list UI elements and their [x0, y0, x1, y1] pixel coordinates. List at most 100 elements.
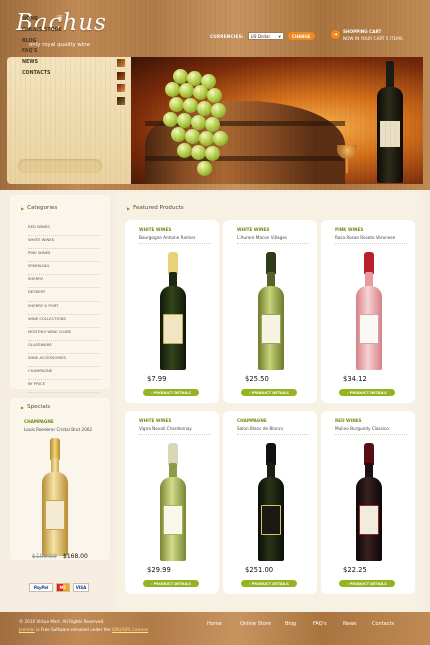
copyright-text: © 2010 Virtue Mart. All Rights Reserved.	[19, 619, 105, 624]
product-name[interactable]: Vigna Novali Chardonnay	[139, 426, 192, 431]
product-image[interactable]	[356, 252, 382, 370]
product-name[interactable]: Bourgogne Antoine Ramier	[139, 235, 196, 240]
select-arrow-icon: ▾	[278, 33, 281, 39]
categories-heading: ▶ Categories	[21, 205, 57, 211]
product-name[interactable]: L'Aurore Macon Villages	[237, 235, 287, 240]
bullet-arrow-icon: ›	[347, 390, 349, 395]
product-card: RED WINES Mulino Burgundy Classico $22.2…	[321, 411, 415, 594]
paypal-icon: PayPal	[29, 583, 53, 592]
product-price: $22.25	[343, 566, 367, 574]
category-item[interactable]: PINK WINES	[28, 249, 100, 263]
menu-item-online-store[interactable]: ONLINE STORE	[22, 28, 62, 39]
product-price: $29.99	[147, 566, 171, 574]
sidebar: ▶ Categories RED WINES WHITE WINES PINK …	[7, 192, 110, 610]
divider	[139, 243, 211, 244]
specials-title: Specials	[27, 404, 51, 410]
footer-nav-online-store[interactable]: Online Store	[240, 621, 271, 627]
bullet-arrow-icon: ›	[151, 581, 153, 586]
product-image[interactable]	[160, 443, 186, 561]
product-price: $251.00	[245, 566, 274, 574]
menu-item-contacts[interactable]: CONTACTS	[22, 71, 62, 82]
featured-products: ▶ Featured Products WHITE WINES Bourgogn…	[117, 192, 423, 612]
categories-panel: ▶ Categories RED WINES WHITE WINES PINK …	[10, 195, 110, 394]
bullet-arrow-icon: ▶	[127, 205, 131, 211]
divider	[335, 434, 407, 435]
hero-bottle-image	[377, 61, 403, 183]
divider	[237, 243, 309, 244]
category-item[interactable]: SPARKLING	[28, 262, 100, 276]
product-image[interactable]	[258, 443, 284, 561]
main-menu: HOME ONLINE STORE BLOG FAQ'S NEWS CONTAC…	[22, 17, 62, 82]
bullet-arrow-icon: ›	[347, 581, 349, 586]
product-details-button[interactable]: › PRODUCT DETAILS	[339, 389, 395, 396]
category-item[interactable]: MONTHLY WINE CLUBS	[28, 328, 100, 341]
category-item[interactable]: GLASSWARE	[28, 341, 100, 354]
product-image[interactable]	[160, 252, 186, 370]
thumbnail-image	[116, 70, 126, 81]
special-new-price: $168.00	[63, 553, 88, 560]
search-input[interactable]	[18, 159, 102, 173]
category-item[interactable]: WINE ACCESSORIES	[28, 354, 100, 368]
product-image[interactable]	[258, 252, 284, 370]
category-item[interactable]: BY PRICE	[28, 380, 100, 394]
product-details-button[interactable]: › PRODUCT DETAILS	[241, 389, 297, 396]
special-product-name[interactable]: Louis Roederer Cristal Brut 2002	[24, 427, 92, 432]
mastercard-icon: MC	[56, 583, 70, 592]
currency-select[interactable]: US Dollar ▾	[247, 32, 284, 40]
product-image[interactable]	[356, 443, 382, 561]
product-details-button[interactable]: › PRODUCT DETAILS	[241, 580, 297, 587]
thumbnail-image	[116, 95, 126, 106]
category-item[interactable]: WINE COLLECTIONS	[28, 315, 100, 328]
special-bottle-image[interactable]	[42, 438, 68, 556]
license-text: is Free Software released under the	[34, 626, 112, 632]
product-price: $25.50	[245, 375, 269, 383]
currencies-label: CURRENCIES:	[210, 33, 244, 39]
hero-banner	[131, 57, 423, 184]
product-details-button[interactable]: › PRODUCT DETAILS	[143, 580, 199, 587]
joomla-link[interactable]: Joomla!	[19, 627, 35, 632]
change-currency-button[interactable]: CHANGE	[287, 32, 315, 40]
bullet-arrow-icon: ›	[249, 390, 251, 395]
product-price: $7.99	[147, 375, 167, 383]
payment-methods: PayPal MC VISA	[29, 583, 89, 592]
footer-nav-contacts[interactable]: Contacts	[372, 621, 394, 627]
product-category: WHITE WINES	[139, 418, 172, 423]
special-category: CHAMPAGNE	[24, 419, 54, 424]
product-name[interactable]: Rosa Rosae Rosato Veronese	[335, 235, 395, 240]
product-details-button[interactable]: › PRODUCT DETAILS	[143, 389, 199, 396]
bullet-arrow-icon: ›	[249, 581, 251, 586]
divider	[139, 434, 211, 435]
menu-item-home[interactable]: HOME	[22, 17, 62, 28]
menu-item-blog[interactable]: BLOG	[22, 39, 62, 50]
divider	[335, 243, 407, 244]
specials-heading: ▶ Specials	[21, 404, 50, 410]
category-item[interactable]: DESSERT	[28, 288, 100, 302]
category-item[interactable]: RED WINES	[28, 223, 100, 237]
wine-glass-stem	[346, 159, 348, 173]
footer-nav-home[interactable]: Home	[207, 621, 222, 627]
menu-item-faqs[interactable]: FAQ'S	[22, 49, 62, 60]
currency-value: US Dollar	[250, 33, 271, 39]
product-card: PINK WINES Rosa Rosae Rosato Veronese $3…	[321, 220, 415, 403]
category-item[interactable]: CHAMPAGNE	[28, 367, 100, 381]
categories-title: Categories	[27, 205, 58, 211]
category-item[interactable]: SHERRY & PORT	[28, 302, 100, 315]
wine-glass-image	[337, 145, 357, 159]
footer-nav-news[interactable]: News	[343, 621, 357, 627]
bullet-arrow-icon: ▶	[21, 205, 25, 211]
main-area: ▶ Categories RED WINES WHITE WINES PINK …	[7, 192, 423, 612]
product-details-button[interactable]: › PRODUCT DETAILS	[339, 580, 395, 587]
category-item[interactable]: SHERRY	[28, 275, 100, 289]
bullet-arrow-icon: ▶	[21, 404, 25, 410]
menu-item-news[interactable]: NEWS	[22, 60, 62, 71]
featured-title: Featured Products	[133, 205, 184, 211]
shopping-cart[interactable]: ➜ SHOPPING CART NOW IN YOUR CART 5 ITEMS	[331, 29, 403, 41]
footer-nav-blog[interactable]: Blog	[285, 621, 296, 627]
product-name[interactable]: Mulino Burgundy Classico	[335, 426, 389, 431]
product-price: $34.12	[343, 375, 367, 383]
gnu-link[interactable]: GNU/GPL Licence	[112, 627, 148, 632]
category-item[interactable]: WHITE WINES	[28, 236, 100, 250]
product-name[interactable]: Salon Blanc de Blancs	[237, 426, 283, 431]
product-category: CHAMPAGNE	[237, 418, 267, 423]
footer-nav-faqs[interactable]: FAQ's	[313, 621, 327, 627]
